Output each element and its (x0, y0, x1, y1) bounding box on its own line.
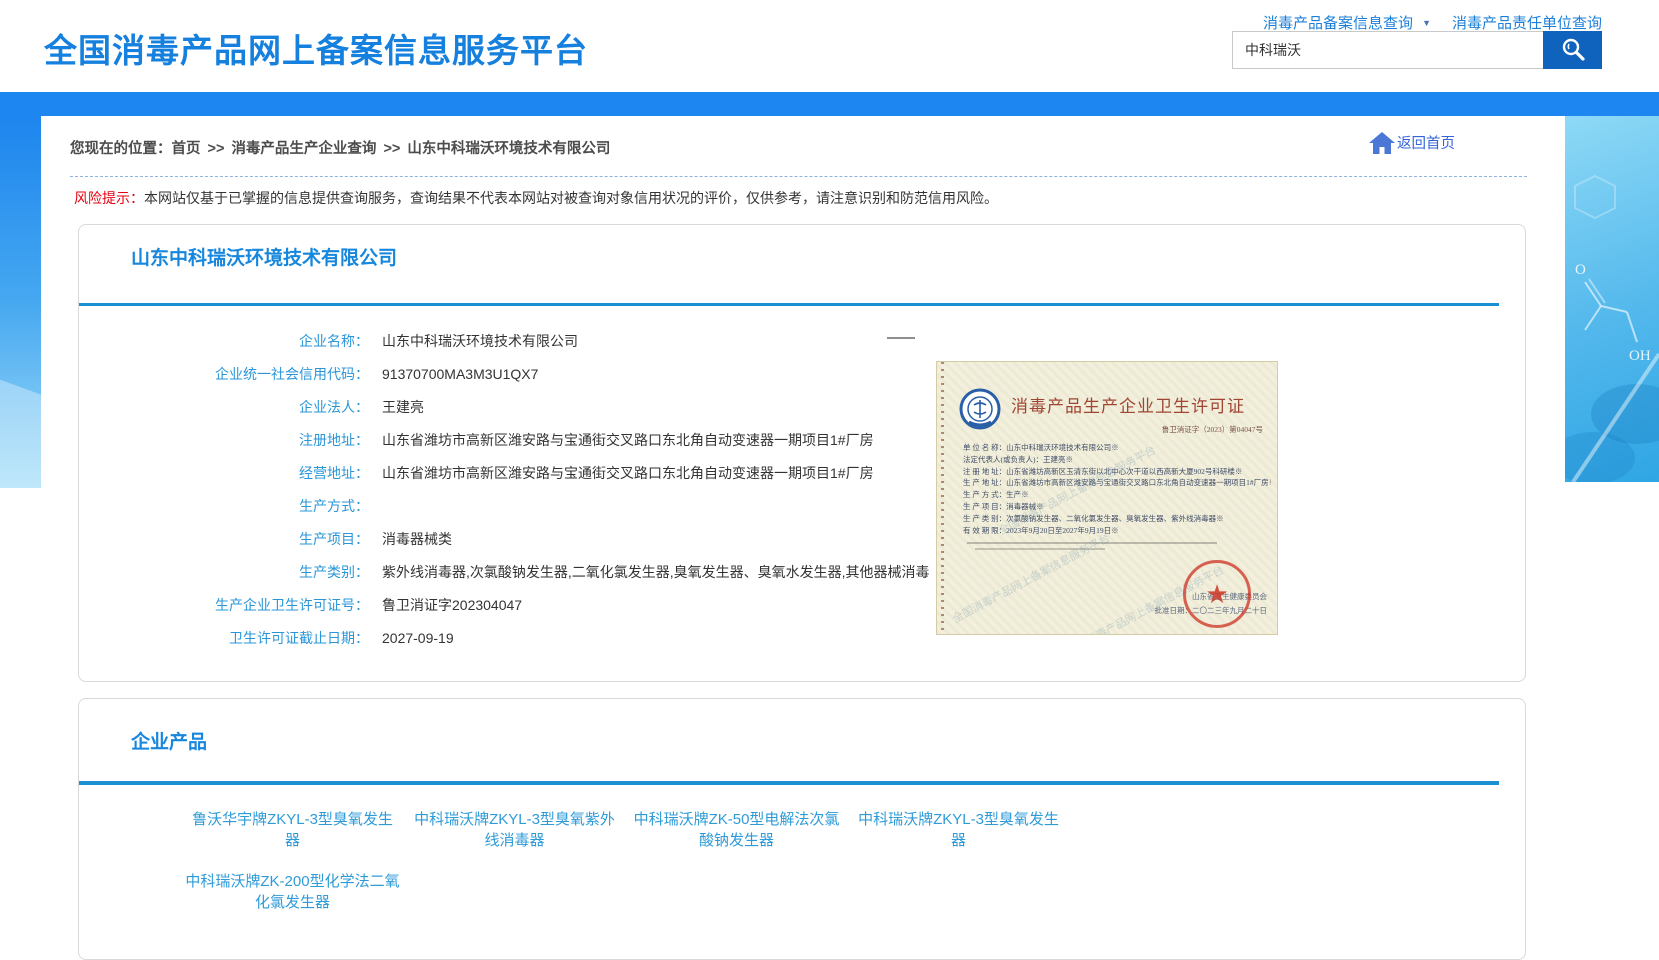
product-link[interactable]: 中科瑞沃牌ZK-50型电解法次氯酸钠发生器 (629, 809, 844, 851)
field-row: 卫生许可证截止日期： 2027-09-19 (79, 628, 1525, 648)
certificate-image: 消毒产品生产企业卫生许可证 鲁卫消证字（2023）第04047号 单 位 名 称… (936, 361, 1278, 635)
emblem-icon (959, 388, 1001, 435)
field-row: 生产企业卫生许可证号： 鲁卫消证字202304047 (79, 595, 1525, 615)
field-value: 王建亮 (382, 397, 424, 417)
certificate-number: 鲁卫消证字（2023）第04047号 (1162, 424, 1263, 435)
field-value: 山东中科瑞沃环境技术有限公司 (382, 331, 578, 351)
field-row: 生产类别： 紫外线消毒器,次氯酸钠发生器,二氧化氯发生器,臭氧发生器、臭氧水发生器… (79, 562, 1525, 582)
field-label: 生产项目： (79, 529, 369, 549)
field-value: 2027-09-19 (382, 628, 454, 648)
breadcrumb-separator: >> (208, 141, 225, 157)
field-row: 经营地址： 山东省潍坊市高新区潍安路与宝通街交叉路口东北角自动变速器一期项目1#厂… (79, 463, 1525, 483)
search-icon (1560, 36, 1586, 65)
back-home-link[interactable]: 返回首页 (1369, 131, 1455, 154)
svg-text:OH: OH (1629, 348, 1651, 364)
product-link[interactable]: 鲁沃华宇牌ZKYL-3型臭氧发生器 (185, 809, 400, 851)
molecule-art: O OH (1565, 469, 1659, 482)
field-value: 紫外线消毒器,次氯酸钠发生器,二氧化氯发生器,臭氧发生器、臭氧水发生器,其他器械… (382, 562, 930, 582)
field-value: 91370700MA3M3U1QX7 (382, 364, 538, 384)
breadcrumb: 您现在的位置：首页 >> 消毒产品生产企业查询 >> 山东中科瑞沃环境技术有限公司 (70, 137, 610, 158)
risk-text: 本网站仅基于已掌握的信息提供查询服务，查询结果不代表本网站对被查询对象信用状况的… (144, 190, 998, 206)
breadcrumb-section-link[interactable]: 消毒产品生产企业查询 (231, 141, 376, 157)
field-label: 卫生许可证截止日期： (79, 628, 369, 648)
field-label: 生产方式： (79, 496, 369, 516)
products-card-title: 企业产品 (131, 727, 207, 754)
breadcrumb-prefix: 您现在的位置： (70, 141, 172, 157)
field-label: 注册地址： (79, 430, 369, 450)
title-divider (79, 303, 1499, 306)
background-left-strip (0, 116, 41, 488)
risk-label: 风险提示： (74, 190, 144, 206)
product-link[interactable]: 中科瑞沃牌ZKYL-3型臭氧发生器 (851, 809, 1066, 851)
certificate-perforation (941, 362, 944, 634)
background-photo: O OH (1565, 116, 1659, 482)
field-label: 企业统一社会信用代码： (79, 364, 369, 384)
company-fields: 企业名称： 山东中科瑞沃环境技术有限公司 企业统一社会信用代码： 91370700M… (79, 331, 1525, 661)
watermark-text: 全国消毒产品网上备案信息服务平台 (950, 530, 1113, 627)
field-value: 鲁卫消证字202304047 (382, 595, 522, 615)
field-value: 消毒器械类 (382, 529, 452, 549)
certificate-line: 生 产 方 式：生产※ (963, 489, 1271, 501)
company-card: 山东中科瑞沃环境技术有限公司 企业名称： 山东中科瑞沃环境技术有限公司 企业统一社… (78, 224, 1526, 682)
star-icon: ★ (1205, 581, 1228, 607)
red-seal: ★ (1183, 560, 1251, 628)
breadcrumb-current: 山东中科瑞沃环境技术有限公司 (407, 141, 610, 157)
field-row: 企业统一社会信用代码： 91370700MA3M3U1QX7 (79, 364, 1525, 384)
field-value: 山东省潍坊市高新区潍安路与宝通街交叉路口东北角自动变速器一期项目1#厂房 (382, 463, 874, 483)
field-value: 山东省潍坊市高新区潍安路与宝通街交叉路口东北角自动变速器一期项目1#厂房 (382, 430, 874, 450)
chevron-down-icon[interactable]: ▼ (1422, 18, 1431, 28)
products-card: 企业产品 鲁沃华宇牌ZKYL-3型臭氧发生器中科瑞沃牌ZKYL-3型臭氧紫外线消… (78, 698, 1526, 960)
dashed-divider (70, 176, 1527, 177)
certificate-title: 消毒产品生产企业卫生许可证 (1011, 392, 1245, 417)
certificate-line: 单 位 名 称：山东中科瑞沃环境技术有限公司※ (963, 442, 1271, 454)
nav-record-info-query-link[interactable]: 消毒产品备案信息查询 (1263, 12, 1413, 33)
search-button[interactable] (1543, 31, 1602, 69)
page: { "header": { "site_title": "全国消毒产品网上备案信… (0, 0, 1659, 919)
title-divider (79, 781, 1499, 785)
field-label: 企业法人： (79, 397, 369, 417)
scan-artifact-dash (887, 337, 915, 339)
field-label: 生产类别： (79, 562, 369, 582)
search-input[interactable] (1232, 31, 1543, 69)
back-home-label: 返回首页 (1397, 132, 1455, 153)
nav-responsible-unit-query-link[interactable]: 消毒产品责任单位查询 (1452, 12, 1602, 33)
product-link[interactable]: 中科瑞沃牌ZKYL-3型臭氧紫外线消毒器 (407, 809, 622, 851)
certificate-line: 生 产 地 址：山东省潍坊市高新区潍安路与宝通街交叉路口东北角自动变速器一期项目… (963, 477, 1271, 489)
field-label: 经营地址： (79, 463, 369, 483)
risk-notice: 风险提示：本网站仅基于已掌握的信息提供查询服务，查询结果不代表本网站对被查询对象… (74, 188, 998, 208)
home-icon (1369, 131, 1395, 154)
product-list: 鲁沃华宇牌ZKYL-3型臭氧发生器中科瑞沃牌ZKYL-3型臭氧紫外线消毒器中科瑞… (185, 805, 1105, 929)
page-title: 全国消毒产品网上备案信息服务平台 (44, 24, 588, 72)
breadcrumb-separator: >> (383, 141, 400, 157)
top-nav: 消毒产品备案信息查询 ▼ 消毒产品责任单位查询 (1263, 12, 1602, 33)
field-row: 企业法人： 王建亮 (79, 397, 1525, 417)
search-box (1232, 31, 1602, 69)
svg-text:O: O (1575, 262, 1586, 278)
product-link[interactable]: 中科瑞沃牌ZK-200型化学法二氧化氯发生器 (185, 871, 400, 913)
field-row: 生产项目： 消毒器械类 (79, 529, 1525, 549)
company-card-title: 山东中科瑞沃环境技术有限公司 (131, 243, 397, 270)
field-label: 生产企业卫生许可证号： (79, 595, 369, 615)
certificate-line: 生 产 项 目：消毒器械※ (963, 501, 1271, 513)
field-row: 企业名称： 山东中科瑞沃环境技术有限公司 (79, 331, 1525, 351)
field-row: 生产方式： (79, 496, 1525, 516)
breadcrumb-home-link[interactable]: 首页 (172, 141, 201, 157)
banner-stripe (0, 92, 1659, 116)
field-row: 注册地址： 山东省潍坊市高新区潍安路与宝通街交叉路口东北角自动变速器一期项目1#厂… (79, 430, 1525, 450)
field-label: 企业名称： (79, 331, 369, 351)
